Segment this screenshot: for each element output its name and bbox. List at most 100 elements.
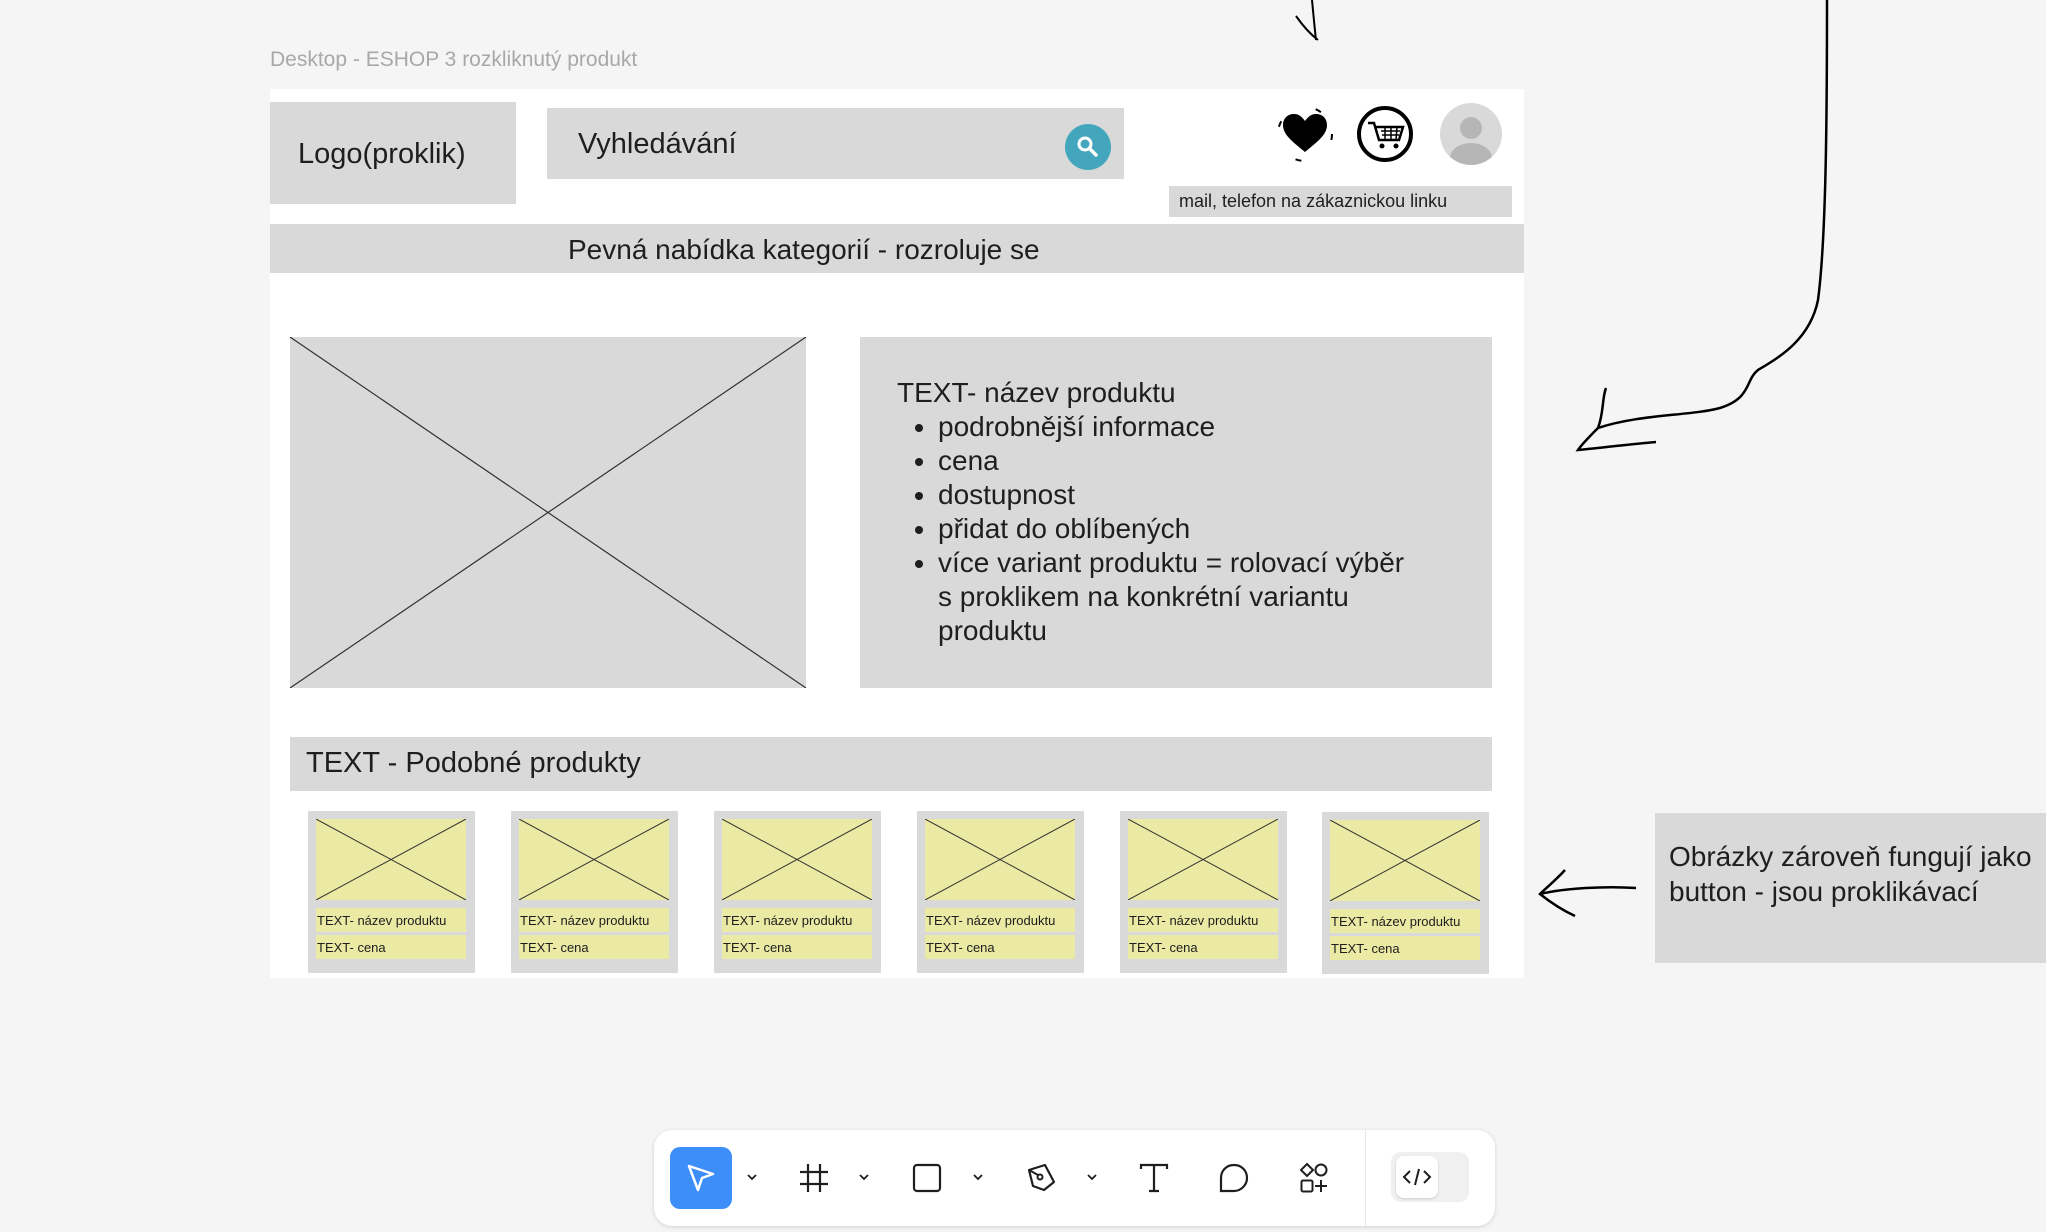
search-button[interactable] bbox=[1065, 124, 1111, 170]
product-card-name-text: TEXT- název produktu bbox=[1129, 913, 1259, 928]
image-placeholder-cross bbox=[290, 337, 806, 688]
product-card-price: TEXT- cena bbox=[1330, 936, 1480, 960]
cart-icon bbox=[1357, 106, 1413, 162]
category-menu-label: Pevná nabídka kategorií - rozroluje se bbox=[568, 234, 1040, 265]
product-card-price-text: TEXT- cena bbox=[317, 940, 386, 955]
rectangle-tool-icon bbox=[912, 1163, 942, 1193]
move-tool-button[interactable] bbox=[670, 1147, 732, 1209]
cart-button[interactable] bbox=[1355, 104, 1415, 164]
product-card-name: TEXT- název produktu bbox=[722, 908, 872, 932]
chevron-down-icon[interactable] bbox=[971, 1170, 985, 1184]
image-placeholder-cross bbox=[924, 818, 1076, 901]
product-card-price: TEXT- cena bbox=[1128, 935, 1278, 959]
frame-label[interactable]: Desktop - ESHOP 3 rozkliknutý produkt bbox=[270, 48, 637, 72]
dev-mode-knob bbox=[1396, 1156, 1438, 1198]
product-card-price-text: TEXT- cena bbox=[723, 940, 792, 955]
avatar-icon bbox=[1450, 117, 1492, 165]
pen-tool-icon bbox=[1027, 1163, 1056, 1192]
contact-info-text: mail, telefon na zákaznickou linku bbox=[1179, 191, 1448, 211]
annotation-arrow-curve bbox=[1575, 0, 1829, 452]
search-bar[interactable]: Vyhledávání bbox=[547, 108, 1124, 179]
image-placeholder-cross bbox=[1127, 818, 1279, 901]
product-card-price: TEXT- cena bbox=[722, 935, 872, 959]
frame-tool-button[interactable] bbox=[783, 1147, 845, 1209]
product-card-price-text: TEXT- cena bbox=[926, 940, 995, 955]
logo-label: Logo(proklik) bbox=[298, 138, 466, 170]
dev-mode-icon bbox=[1402, 1168, 1432, 1186]
product-card[interactable]: TEXT- název produktu TEXT- cena bbox=[1120, 811, 1287, 973]
search-icon bbox=[1077, 136, 1098, 157]
annotation-arrow-left bbox=[1538, 869, 1637, 918]
image-placeholder-cross bbox=[1329, 819, 1481, 902]
heart-icon bbox=[1277, 106, 1333, 162]
comment-tool-button[interactable] bbox=[1203, 1147, 1265, 1209]
image-placeholder-cross bbox=[315, 818, 467, 901]
product-card-image[interactable] bbox=[721, 818, 873, 901]
annotation-arrow-top bbox=[1295, 0, 1319, 41]
comment-tool-icon bbox=[1219, 1163, 1249, 1193]
product-card[interactable]: TEXT- název produktu TEXT- cena bbox=[308, 811, 475, 973]
pen-tool-button[interactable] bbox=[1010, 1147, 1072, 1209]
toolbar-divider bbox=[1365, 1130, 1366, 1226]
similar-products-title: TEXT - Podobné produkty bbox=[306, 747, 641, 779]
product-card-price: TEXT- cena bbox=[925, 935, 1075, 959]
image-placeholder-cross bbox=[721, 818, 873, 901]
text-tool-button[interactable] bbox=[1123, 1147, 1185, 1209]
product-card[interactable]: TEXT- název produktu TEXT- cena bbox=[917, 811, 1084, 973]
list-item: více variant produktu = rolovací výběr s… bbox=[938, 546, 1408, 648]
chevron-down-icon[interactable] bbox=[857, 1170, 871, 1184]
frame-tool-icon bbox=[800, 1164, 828, 1192]
desktop-frame: Logo(proklik) Vyhledávání mail, telefon … bbox=[270, 89, 1524, 978]
product-card-image[interactable] bbox=[1127, 818, 1279, 901]
product-card-name: TEXT- název produktu bbox=[1128, 908, 1278, 932]
product-card-name-text: TEXT- název produktu bbox=[317, 913, 447, 928]
product-card-name: TEXT- název produktu bbox=[1330, 909, 1480, 933]
product-card-name-text: TEXT- název produktu bbox=[926, 913, 1056, 928]
product-info: TEXT- název produktu podrobnější informa… bbox=[860, 337, 1492, 688]
text-tool-icon bbox=[1139, 1163, 1169, 1193]
annotation-note-text: Obrázky zároveň fungují jako button - js… bbox=[1669, 841, 2032, 907]
product-title: TEXT- název produktu bbox=[897, 377, 1176, 408]
product-card-price-text: TEXT- cena bbox=[520, 940, 589, 955]
move-tool-icon bbox=[687, 1164, 715, 1192]
components-icon bbox=[1299, 1162, 1328, 1193]
product-card-name-text: TEXT- název produktu bbox=[520, 913, 650, 928]
product-card-name: TEXT- název produktu bbox=[519, 908, 669, 932]
chevron-down-icon[interactable] bbox=[1085, 1170, 1099, 1184]
product-image-placeholder bbox=[290, 337, 806, 688]
product-card-image[interactable] bbox=[1329, 819, 1481, 902]
product-card-name-text: TEXT- název produktu bbox=[723, 913, 853, 928]
product-card[interactable]: TEXT- název produktu TEXT- cena bbox=[714, 811, 881, 973]
product-card-price-text: TEXT- cena bbox=[1331, 941, 1400, 956]
product-card[interactable]: TEXT- název produktu TEXT- cena bbox=[511, 811, 678, 973]
similar-products-heading: TEXT - Podobné produkty bbox=[290, 737, 1492, 791]
product-card-image[interactable] bbox=[924, 818, 1076, 901]
product-card-price: TEXT- cena bbox=[316, 935, 466, 959]
product-card-name: TEXT- název produktu bbox=[925, 908, 1075, 932]
product-card-name-text: TEXT- název produktu bbox=[1331, 914, 1461, 929]
logo[interactable]: Logo(proklik) bbox=[270, 102, 516, 204]
rectangle-tool-button[interactable] bbox=[896, 1147, 958, 1209]
product-card-image[interactable] bbox=[315, 818, 467, 901]
user-account-button[interactable] bbox=[1440, 103, 1502, 165]
product-card-name: TEXT- název produktu bbox=[316, 908, 466, 932]
image-placeholder-cross bbox=[518, 818, 670, 901]
search-placeholder: Vyhledávání bbox=[578, 128, 737, 160]
product-card-image[interactable] bbox=[518, 818, 670, 901]
contact-info: mail, telefon na zákaznickou linku bbox=[1169, 186, 1512, 217]
favorites-button[interactable] bbox=[1275, 104, 1335, 164]
list-item: cena bbox=[938, 444, 1408, 478]
components-button[interactable] bbox=[1283, 1147, 1345, 1209]
product-card-price: TEXT- cena bbox=[519, 935, 669, 959]
chevron-down-icon[interactable] bbox=[745, 1170, 759, 1184]
product-card[interactable]: TEXT- název produktu TEXT- cena bbox=[1322, 812, 1489, 974]
category-menu[interactable]: Pevná nabídka kategorií - rozroluje se bbox=[270, 224, 1524, 273]
list-item: dostupnost bbox=[938, 478, 1408, 512]
list-item: přidat do oblíbených bbox=[938, 512, 1408, 546]
product-card-price-text: TEXT- cena bbox=[1129, 940, 1198, 955]
annotation-note[interactable]: Obrázky zároveň fungují jako button - js… bbox=[1655, 813, 2046, 963]
dev-mode-toggle[interactable] bbox=[1391, 1152, 1469, 1202]
product-info-list: podrobnější informace cena dostupnost př… bbox=[901, 410, 1408, 648]
list-item: podrobnější informace bbox=[938, 410, 1408, 444]
design-toolbar bbox=[654, 1130, 1495, 1226]
